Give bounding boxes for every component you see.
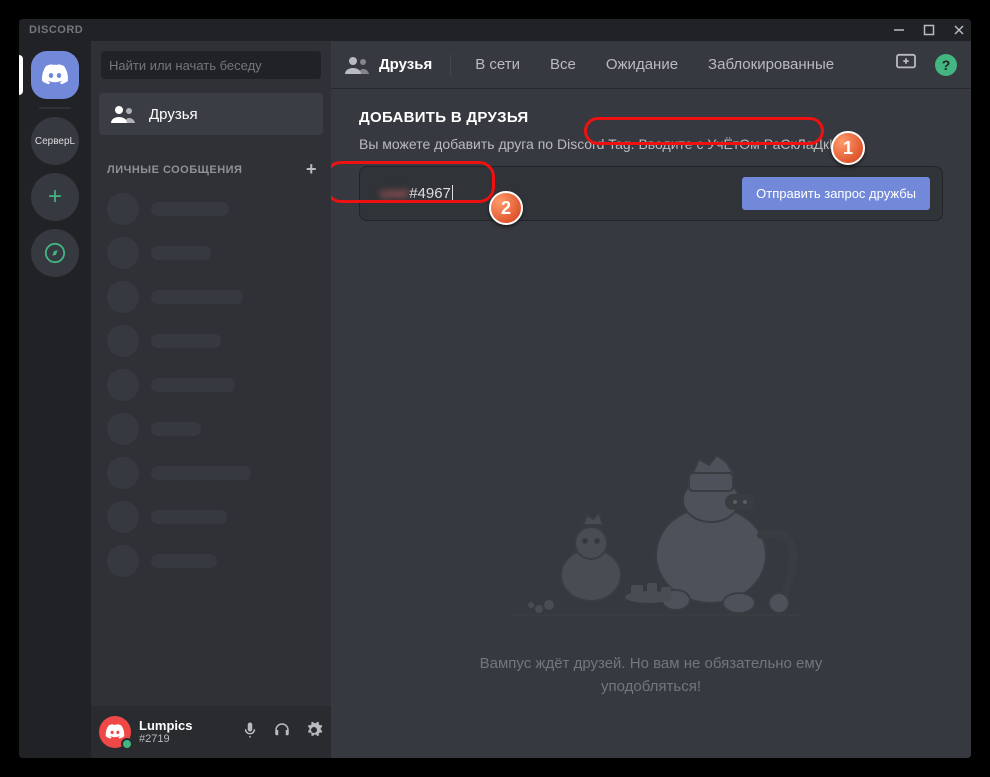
desc-highlight: Вводите с УчЁтОм РаСкЛаДкИ! xyxy=(638,136,843,152)
guild-label: СерверL xyxy=(35,136,75,147)
home-button[interactable] xyxy=(31,51,79,99)
add-friend-desc: Вы можете добавить друга по Discord Tag.… xyxy=(359,136,943,152)
dm-list xyxy=(91,188,331,582)
window-titlebar: DISCORD xyxy=(19,19,971,41)
discord-tag-input[interactable]: user#4967 xyxy=(372,179,730,209)
discord-logo-icon xyxy=(105,724,125,740)
help-glyph: ? xyxy=(942,57,951,73)
send-button-label: Отправить запрос дружбы xyxy=(756,186,916,201)
user-avatar[interactable] xyxy=(99,716,131,748)
topbar: Друзья В сети Все Ожидание Заблокированн… xyxy=(331,41,971,89)
search-placeholder: Найти или начать беседу xyxy=(109,58,262,73)
content: ДОБАВИТЬ В ДРУЗЬЯ Вы можете добавить дру… xyxy=(331,89,971,758)
desc-prefix: Вы можете добавить друга по Discord Tag. xyxy=(359,136,638,152)
empty-state-text: Вампус ждёт друзей. Но вам не обязательн… xyxy=(480,653,823,698)
friends-label: Друзья xyxy=(149,106,198,123)
guild-server[interactable]: СерверL xyxy=(31,117,79,165)
compass-icon xyxy=(44,242,66,264)
status-indicator xyxy=(121,738,133,750)
add-server-button[interactable]: + xyxy=(31,173,79,221)
topbar-separator xyxy=(450,54,451,76)
plus-icon: + xyxy=(48,183,62,211)
text-cursor xyxy=(452,185,453,203)
dm-header-label: ЛИЧНЫЕ СООБЩЕНИЯ xyxy=(107,164,242,176)
deafen-button[interactable] xyxy=(273,721,291,744)
explore-button[interactable] xyxy=(31,229,79,277)
dm-item[interactable] xyxy=(99,276,323,318)
dm-item[interactable] xyxy=(99,320,323,362)
tab-pending[interactable]: Ожидание xyxy=(600,54,684,75)
send-friend-request-button[interactable]: Отправить запрос дружбы xyxy=(742,177,930,210)
friends-nav[interactable]: Друзья xyxy=(99,93,323,135)
minimize-button[interactable] xyxy=(893,24,905,36)
friends-icon xyxy=(111,105,135,123)
home-indicator xyxy=(19,55,23,95)
topbar-friends-label: Друзья xyxy=(379,56,432,73)
input-value: #4967 xyxy=(409,185,451,202)
input-blurred: user xyxy=(380,185,409,202)
dm-item[interactable] xyxy=(99,232,323,274)
dm-item[interactable] xyxy=(99,408,323,450)
friends-icon xyxy=(345,56,369,74)
wumpus-illustration xyxy=(471,425,831,625)
app-name: DISCORD xyxy=(29,24,83,36)
new-group-dm-button[interactable] xyxy=(895,53,917,76)
user-tag: #2719 xyxy=(139,733,233,745)
dm-item[interactable] xyxy=(99,540,323,582)
tab-blocked[interactable]: Заблокированные xyxy=(702,54,840,75)
dm-item[interactable] xyxy=(99,364,323,406)
maximize-button[interactable] xyxy=(923,24,935,36)
guild-sidebar: СерверL + xyxy=(19,41,91,758)
create-dm-button[interactable]: + xyxy=(306,159,317,180)
dm-item[interactable] xyxy=(99,496,323,538)
help-button[interactable]: ? xyxy=(935,54,957,76)
dm-item[interactable] xyxy=(99,452,323,494)
username: Lumpics xyxy=(139,719,233,733)
main-area: Друзья В сети Все Ожидание Заблокированн… xyxy=(331,41,971,758)
mute-button[interactable] xyxy=(241,721,259,744)
add-friend-row: user#4967 Отправить запрос дружбы xyxy=(359,166,943,221)
dm-item[interactable] xyxy=(99,188,323,230)
tab-all[interactable]: Все xyxy=(544,54,582,75)
discord-logo-icon xyxy=(41,64,69,86)
empty-state: Вампус ждёт друзей. Но вам не обязательн… xyxy=(331,425,971,698)
settings-button[interactable] xyxy=(305,721,323,744)
add-friend-title: ДОБАВИТЬ В ДРУЗЬЯ xyxy=(359,109,943,126)
close-button[interactable] xyxy=(953,24,965,36)
topbar-friends: Друзья xyxy=(345,56,432,74)
user-panel: Lumpics #2719 xyxy=(91,706,331,758)
dm-sidebar: Найти или начать беседу Друзья ЛИЧНЫЕ СО… xyxy=(91,41,331,758)
tab-online[interactable]: В сети xyxy=(469,54,526,75)
guild-separator xyxy=(39,107,71,109)
quick-search[interactable]: Найти или начать беседу xyxy=(101,51,321,79)
dm-header: ЛИЧНЫЕ СООБЩЕНИЯ + xyxy=(91,145,331,188)
